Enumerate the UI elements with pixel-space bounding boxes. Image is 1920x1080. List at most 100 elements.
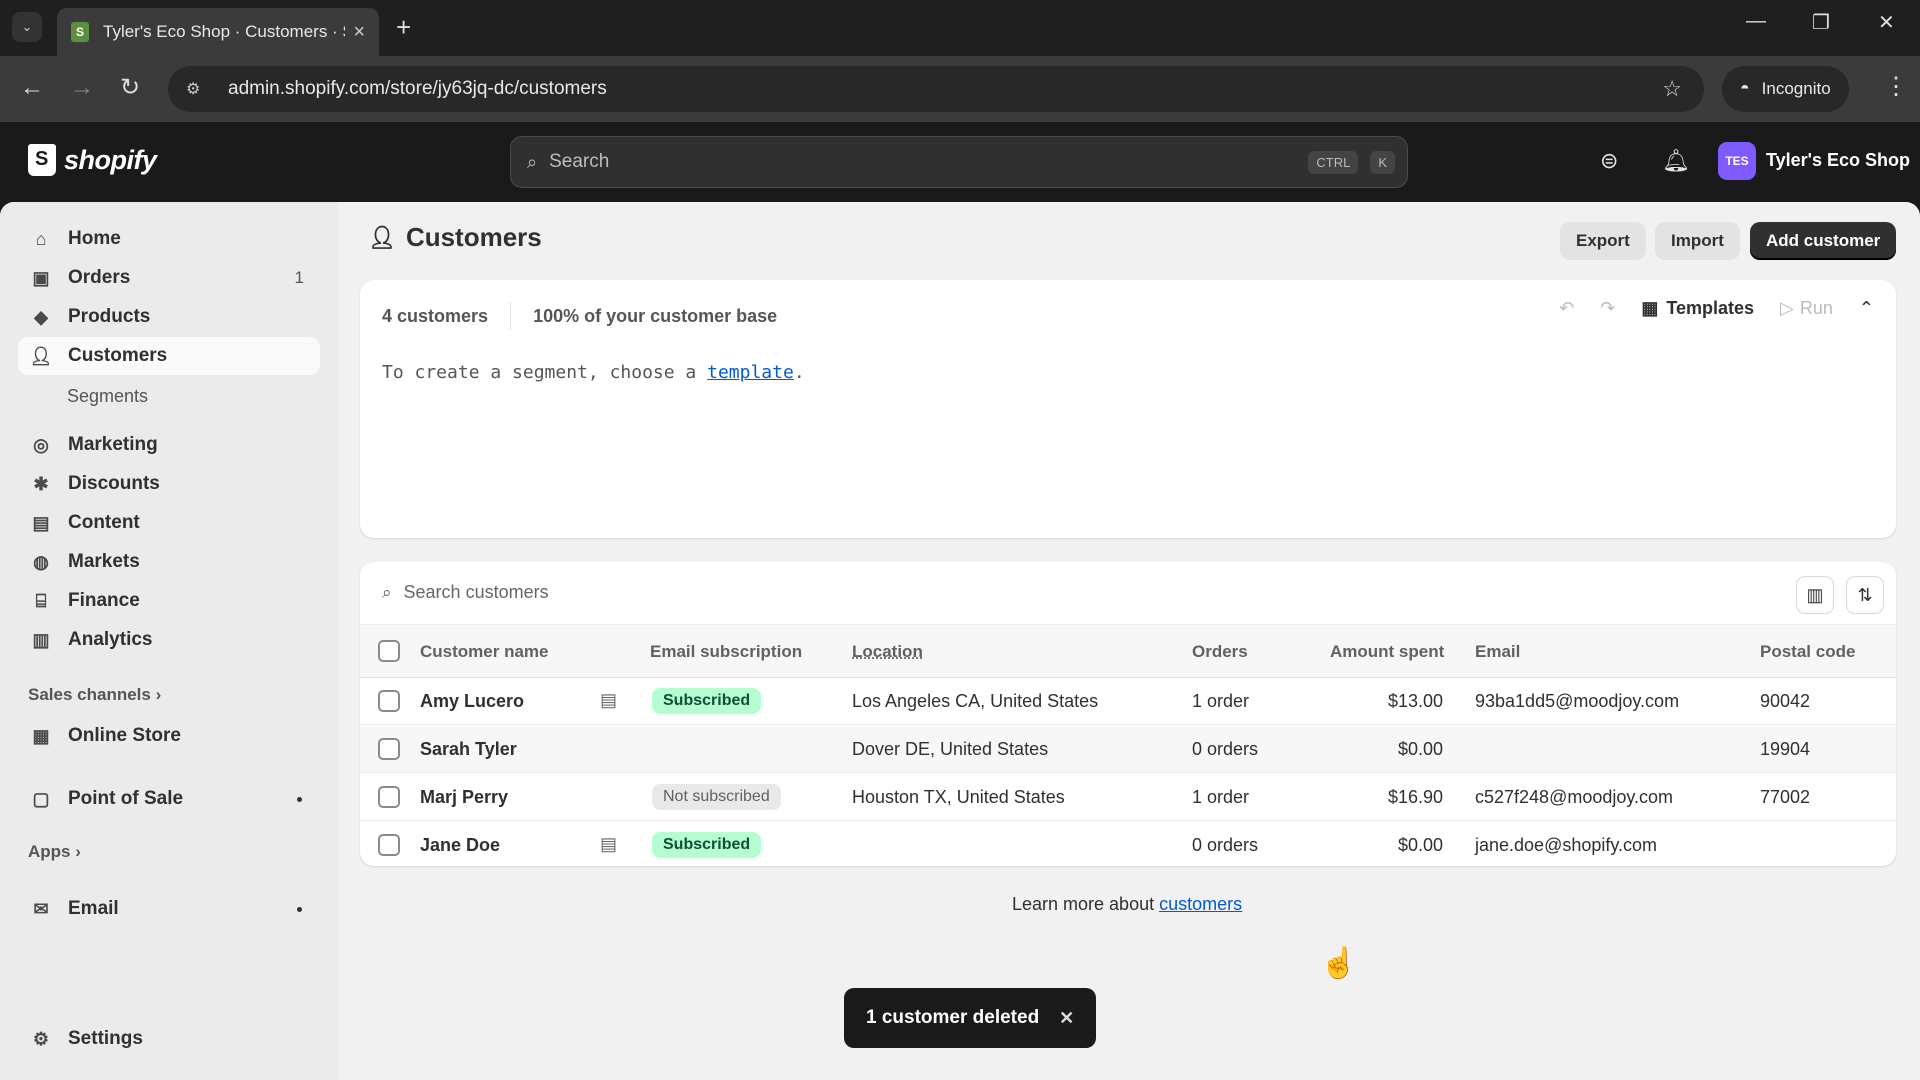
browser-tab[interactable]: S Tyler's Eco Shop · Customers · S ×: [57, 8, 379, 56]
pointer-hand-cursor-icon: ☝: [1320, 947, 1358, 980]
window-close-icon[interactable]: ✕: [1878, 10, 1895, 35]
note-icon[interactable]: ▤: [600, 690, 617, 711]
sidebar-item-markets[interactable]: ◍ Markets: [18, 543, 320, 581]
store-name[interactable]: Tyler's Eco Shop: [1766, 150, 1910, 171]
sidebar-item-settings[interactable]: ⚙ Settings: [18, 1020, 320, 1058]
person-icon: 👤︎: [29, 345, 53, 366]
template-link[interactable]: template: [707, 362, 794, 383]
tab-search-button[interactable]: ⌄: [12, 12, 42, 42]
sidebar-item-finance[interactable]: ⌸ Finance: [18, 582, 320, 620]
customer-amount-spent: $0.00: [1397, 739, 1443, 759]
unpinned-dot: [297, 906, 302, 912]
sidebar-item-products[interactable]: ◆ Products: [18, 298, 320, 336]
template-icon: ▦: [1641, 298, 1659, 318]
sidebar-item-home[interactable]: ⌂ Home: [18, 220, 320, 258]
gear-icon: ⚙: [32, 1028, 50, 1049]
column-email[interactable]: Email: [1475, 642, 1520, 662]
redo-icon[interactable]: ↷: [1600, 298, 1615, 319]
row-checkbox[interactable]: [378, 834, 400, 856]
table-row[interactable]: Jane Doe ▤ Subscribed 0 orders $0.00 jan…: [360, 822, 1896, 866]
sidebar-item-segments[interactable]: Segments: [67, 386, 148, 407]
undo-icon[interactable]: ↶: [1559, 298, 1574, 319]
collapse-chevron-up-icon[interactable]: ⌃: [1859, 298, 1874, 319]
customer-name[interactable]: Marj Perry: [420, 787, 508, 808]
customer-name[interactable]: Sarah Tyler: [420, 739, 517, 760]
shopify-logo[interactable]: shopify: [28, 144, 157, 176]
bookmark-star-icon[interactable]: ☆: [1662, 76, 1682, 102]
column-customer-name[interactable]: Customer name: [420, 642, 548, 662]
toast-close-icon[interactable]: ✕: [1059, 1008, 1074, 1029]
customer-email: 93ba1dd5@moodjoy.com: [1475, 691, 1680, 711]
play-icon: ▷: [1780, 298, 1794, 318]
sidebar-item-orders[interactable]: ▣ Orders 1: [18, 259, 320, 297]
select-all-checkbox[interactable]: [378, 640, 400, 662]
customer-name[interactable]: Amy Lucero: [420, 691, 524, 712]
add-customer-button[interactable]: Add customer: [1750, 222, 1897, 260]
row-checkbox[interactable]: [378, 690, 400, 712]
export-button[interactable]: Export: [1560, 222, 1646, 260]
apps-heading[interactable]: Apps ›: [28, 842, 81, 862]
incognito-indicator[interactable]: ◓ Incognito: [1722, 66, 1849, 112]
sidebar-item-point-of-sale[interactable]: ▢ Point of Sale: [18, 780, 320, 818]
customer-name[interactable]: Jane Doe: [420, 835, 500, 856]
sidebar-item-marketing[interactable]: ◎ Marketing: [18, 426, 320, 464]
search-placeholder: Search: [549, 151, 610, 172]
tag-icon: ◆: [34, 306, 48, 327]
templates-button[interactable]: ▦ Templates: [1641, 298, 1754, 319]
column-orders[interactable]: Orders: [1192, 642, 1248, 662]
restore-icon[interactable]: ❐: [1812, 10, 1830, 35]
store-avatar[interactable]: TES: [1718, 142, 1756, 180]
run-label: Run: [1799, 298, 1833, 318]
note-icon[interactable]: ▤: [600, 834, 617, 855]
table-row[interactable]: Marj Perry Not subscribed Houston TX, Un…: [360, 774, 1896, 821]
site-info-icon[interactable]: ⚙: [186, 79, 212, 99]
incognito-icon: ◓: [1740, 80, 1750, 97]
browser-tab-bar: ⌄ S Tyler's Eco Shop · Customers · S × +…: [0, 0, 1920, 56]
forward-icon[interactable]: →: [70, 74, 94, 102]
customer-postal-code: 90042: [1760, 691, 1811, 711]
segment-stats: 4 customers 100% of your customer base: [382, 302, 777, 330]
import-button[interactable]: Import: [1655, 222, 1740, 260]
logo-text: shopify: [64, 144, 157, 175]
url-field[interactable]: ⚙ admin.shopify.com/store/jy63jq-dc/cust…: [168, 66, 1704, 112]
tab-close-icon[interactable]: ×: [353, 21, 365, 44]
sidebar-item-label: Discounts: [68, 473, 160, 494]
home-icon: ⌂: [35, 228, 47, 249]
sidekick-icon[interactable]: ⊜: [1600, 148, 1618, 174]
learn-more-text: Learn more about customers: [1012, 894, 1242, 915]
back-icon[interactable]: ←: [20, 74, 44, 102]
sidebar-item-customers[interactable]: 👤︎ Customers: [18, 337, 320, 375]
row-checkbox[interactable]: [378, 738, 400, 760]
sidebar-item-email[interactable]: ✉ Email: [18, 890, 320, 928]
customer-search-input[interactable]: ⌕ Search customers: [382, 582, 549, 603]
minimize-icon[interactable]: —: [1746, 10, 1766, 33]
bell-icon[interactable]: 🔔︎: [1662, 148, 1690, 174]
reload-icon[interactable]: ↻: [120, 74, 140, 102]
column-email-subscription[interactable]: Email subscription: [650, 642, 802, 662]
customers-help-link[interactable]: customers: [1159, 894, 1242, 914]
column-amount-spent[interactable]: Amount spent: [1330, 642, 1444, 662]
column-postal-code[interactable]: Postal code: [1760, 642, 1855, 662]
sidebar-item-label: Point of Sale: [68, 788, 184, 809]
sidebar-item-discounts[interactable]: ✱ Discounts: [18, 465, 320, 503]
sort-icon[interactable]: ⇅: [1846, 576, 1884, 614]
sidebar-item-content[interactable]: ▤ Content: [18, 504, 320, 542]
columns-icon[interactable]: ▥: [1796, 576, 1834, 614]
pos-icon: ▢: [32, 788, 50, 809]
sidebar-item-analytics[interactable]: ▥ Analytics: [18, 621, 320, 659]
table-row[interactable]: Sarah Tyler Dover DE, United States 0 or…: [360, 726, 1896, 773]
run-button[interactable]: ▷ Run: [1780, 298, 1833, 319]
row-checkbox[interactable]: [378, 786, 400, 808]
sales-channels-heading[interactable]: Sales channels ›: [28, 685, 161, 705]
sidebar-item-label: Analytics: [68, 629, 153, 650]
global-search-input[interactable]: ⌕ Search CTRL K: [510, 136, 1408, 188]
segment-query-editor[interactable]: To create a segment, choose a template.: [382, 362, 805, 383]
customer-orders: 1 order: [1192, 691, 1250, 711]
column-location[interactable]: Location: [852, 642, 923, 662]
sidebar-item-online-store[interactable]: ▦ Online Store: [18, 717, 320, 755]
segment-toolbar: ↶ ↷ ▦ Templates ▷ Run ⌃: [1533, 298, 1874, 319]
new-tab-button[interactable]: +: [396, 12, 411, 42]
table-row[interactable]: Amy Lucero ▤ Subscribed Los Angeles CA, …: [360, 678, 1896, 725]
browser-menu-icon[interactable]: ⋮: [1884, 72, 1908, 101]
chevron-right-icon: ›: [75, 842, 81, 861]
